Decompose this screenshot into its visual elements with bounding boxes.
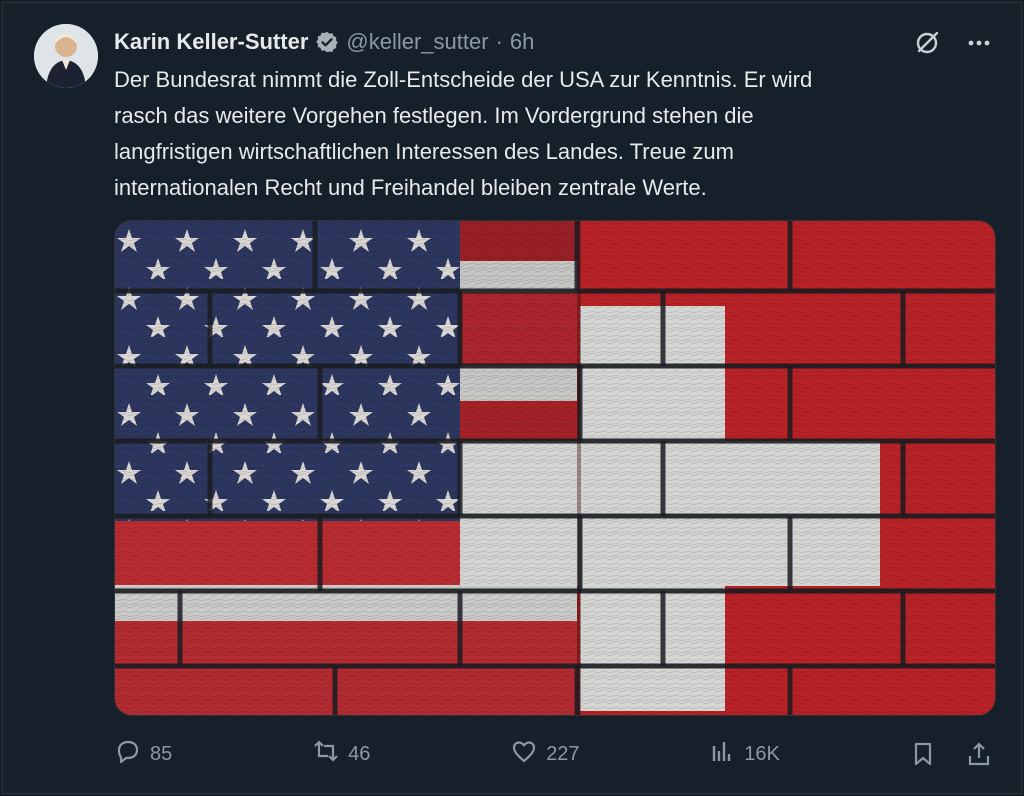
- separator-dot: ·: [495, 29, 503, 54]
- heart-icon: [510, 737, 538, 771]
- share-icon[interactable]: [964, 739, 994, 769]
- views-count: 16K: [744, 742, 780, 765]
- like-count: 227: [546, 742, 580, 765]
- more-icon[interactable]: [964, 28, 994, 58]
- tweet-image-flags-brick-wall[interactable]: [114, 220, 996, 716]
- retweet-count: 46: [348, 742, 371, 765]
- grok-icon[interactable]: [912, 28, 942, 58]
- like-button[interactable]: 227: [510, 737, 580, 771]
- retweet-icon: [312, 737, 340, 771]
- reply-icon: [114, 737, 142, 771]
- views-icon: [708, 737, 736, 771]
- author-handle[interactable]: @keller_sutter: [346, 29, 488, 55]
- tweet-actions-bar: 85 46 227 16K: [114, 735, 994, 773]
- verified-badge-icon: [315, 30, 339, 54]
- tweet-text: Der Bundesrat nimmt die Zoll-Entscheide …: [114, 67, 813, 200]
- author-avatar[interactable]: [34, 24, 98, 88]
- timestamp[interactable]: 6h: [510, 29, 534, 55]
- bookmark-icon[interactable]: [908, 739, 938, 769]
- retweet-button[interactable]: 46: [312, 737, 382, 771]
- reply-count: 85: [150, 742, 173, 765]
- views-button[interactable]: 16K: [708, 737, 780, 771]
- author-name[interactable]: Karin Keller-Sutter: [114, 29, 308, 55]
- reply-button[interactable]: 85: [114, 737, 184, 771]
